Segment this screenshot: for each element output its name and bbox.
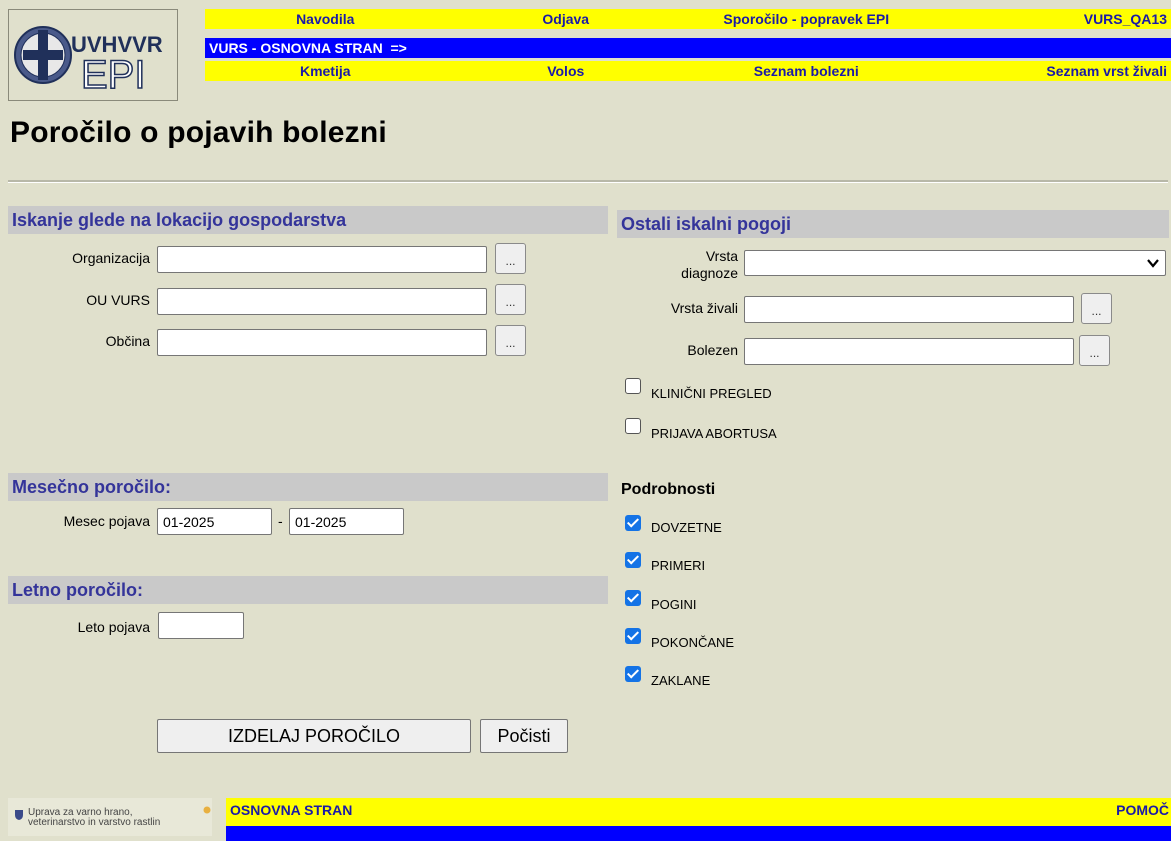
prijava-abortusa-label: PRIJAVA ABORTUSA xyxy=(651,426,777,441)
monthly-report-header: Mesečno poročilo: xyxy=(8,473,608,501)
nav-navodila-link[interactable]: Navodila xyxy=(205,9,446,29)
pogini-checkbox[interactable] xyxy=(625,590,641,606)
nav-seznam-vrst-zivali-link[interactable]: Seznam vrst živali xyxy=(927,61,1171,81)
obcina-browse-button[interactable]: ... xyxy=(495,325,526,356)
nav-sporocilo-link[interactable]: Sporočilo - popravek EPI xyxy=(686,9,927,29)
month-range-separator: - xyxy=(278,513,283,529)
title-divider xyxy=(8,180,1168,183)
zaklane-checkbox[interactable] xyxy=(625,666,641,682)
nav-kmetija-link[interactable]: Kmetija xyxy=(205,61,446,81)
organizacija-browse-button[interactable]: ... xyxy=(495,243,526,274)
obcina-input[interactable] xyxy=(157,329,487,356)
izdelaj-porocilo-button[interactable]: IZDELAJ POROČILO xyxy=(157,719,471,753)
pocisti-button[interactable]: Počisti xyxy=(480,719,568,753)
other-conditions-header: Ostali iskalni pogoji xyxy=(617,210,1169,238)
primeri-label: PRIMERI xyxy=(651,558,706,573)
leto-pojava-input[interactable] xyxy=(158,612,244,639)
klinicni-pregled-checkbox[interactable] xyxy=(625,378,641,394)
badge-dot-icon xyxy=(203,806,211,814)
vrsta-diagnoze-label: Vrsta diagnoze xyxy=(620,248,738,282)
bolezen-label: Bolezen xyxy=(687,342,738,358)
ou-vurs-label: OU VURS xyxy=(86,292,150,308)
pokoncane-label: POKONČANE xyxy=(651,635,735,650)
logo-brand-bottom: EPI xyxy=(81,53,145,97)
dovzetne-checkbox[interactable] xyxy=(625,515,641,531)
primeri-checkbox[interactable] xyxy=(625,552,641,568)
pogini-label: POGINI xyxy=(651,597,697,612)
nav-user-link[interactable]: VURS_QA13 xyxy=(927,9,1171,29)
vrsta-diagnoze-label-line1: Vrsta xyxy=(705,248,738,264)
ou-vurs-browse-button[interactable]: ... xyxy=(495,284,526,315)
breadcrumb-bar: VURS - OSNOVNA STRAN => xyxy=(205,38,1171,58)
mesec-to-input[interactable] xyxy=(289,508,404,535)
coat-of-arms-icon xyxy=(15,810,23,820)
organizacija-input[interactable] xyxy=(157,246,487,273)
breadcrumb-home-link[interactable]: VURS - OSNOVNA STRAN => xyxy=(205,38,407,58)
organizacija-label: Organizacija xyxy=(72,250,150,266)
agency-name-line2: veterinarstvo in varstvo rastlin xyxy=(28,817,161,828)
pokoncane-checkbox[interactable] xyxy=(625,628,641,644)
uvhvvr-epi-logo-graphic: UVHVVR EPI xyxy=(14,26,163,98)
agency-name: Uprava za varno hrano, veterinarstvo in … xyxy=(28,808,160,828)
epi-logo: UVHVVR EPI xyxy=(8,9,178,101)
top-nav-row: Navodila Odjava Sporočilo - popravek EPI… xyxy=(205,9,1171,29)
agency-footer-logo: Uprava za varno hrano, veterinarstvo in … xyxy=(8,798,212,836)
mesec-pojava-label: Mesec pojava xyxy=(63,513,150,529)
bolezen-input[interactable] xyxy=(744,338,1074,365)
nav-seznam-bolezni-link[interactable]: Seznam bolezni xyxy=(686,61,927,81)
klinicni-pregled-label: KLINIČNI PREGLED xyxy=(651,386,772,401)
zaklane-label: ZAKLANE xyxy=(651,673,711,688)
vrsta-zivali-browse-button[interactable]: ... xyxy=(1081,293,1112,324)
podrobnosti-heading: Podrobnosti xyxy=(621,481,716,498)
page-title: Poročilo o pojavih bolezni xyxy=(10,116,387,149)
bolezen-browse-button[interactable]: ... xyxy=(1079,335,1110,366)
obcina-label: Občina xyxy=(105,333,150,349)
mesec-from-input[interactable] xyxy=(157,508,272,535)
footer-nav-bar: OSNOVNA STRAN POMOČ xyxy=(226,798,1171,826)
yearly-report-header: Letno poročilo: xyxy=(8,576,608,604)
vrsta-diagnoze-select[interactable] xyxy=(744,250,1166,276)
location-section-header: Iskanje glede na lokacijo gospodarstva xyxy=(8,206,608,234)
prijava-abortusa-checkbox[interactable] xyxy=(625,418,641,434)
leto-pojava-label: Leto pojava xyxy=(77,619,150,635)
vrsta-zivali-label: Vrsta živali xyxy=(670,300,738,316)
footer-blue-bar xyxy=(226,826,1171,841)
dovzetne-label: DOVZETNE xyxy=(651,520,722,535)
footer-home-link[interactable]: OSNOVNA STRAN xyxy=(230,802,352,818)
nav-volos-link[interactable]: Volos xyxy=(446,61,687,81)
footer-help-link[interactable]: POMOČ xyxy=(1116,802,1169,818)
chevron-down-icon xyxy=(1147,259,1159,268)
ou-vurs-input[interactable] xyxy=(157,288,487,315)
vrsta-zivali-input[interactable] xyxy=(744,296,1074,323)
nav-odjava-link[interactable]: Odjava xyxy=(446,9,687,29)
vrsta-diagnoze-label-line2: diagnoze xyxy=(681,265,738,281)
secondary-nav-row: Kmetija Volos Seznam bolezni Seznam vrst… xyxy=(205,61,1171,81)
